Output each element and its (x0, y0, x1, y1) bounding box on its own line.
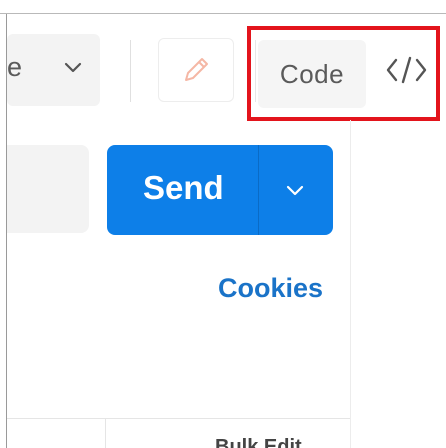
highlight-box (247, 26, 440, 121)
pencil-icon (185, 58, 208, 81)
bulk-edit-link[interactable]: Bulk Edit (215, 436, 302, 448)
send-button-label: Send (143, 169, 224, 206)
edit-button[interactable] (158, 38, 234, 102)
view-mode-label: e (7, 52, 21, 82)
chevron-down-icon[interactable] (61, 55, 85, 79)
panel-divider (350, 120, 351, 448)
table-header-border (7, 418, 350, 419)
send-button-divider (258, 145, 259, 235)
chevron-down-icon[interactable] (283, 178, 307, 202)
cookies-link[interactable]: Cookies (218, 273, 323, 304)
table-column-divider (105, 418, 106, 448)
toolbar-divider (130, 40, 131, 102)
url-input[interactable] (7, 145, 89, 233)
window-top-border (0, 0, 446, 14)
